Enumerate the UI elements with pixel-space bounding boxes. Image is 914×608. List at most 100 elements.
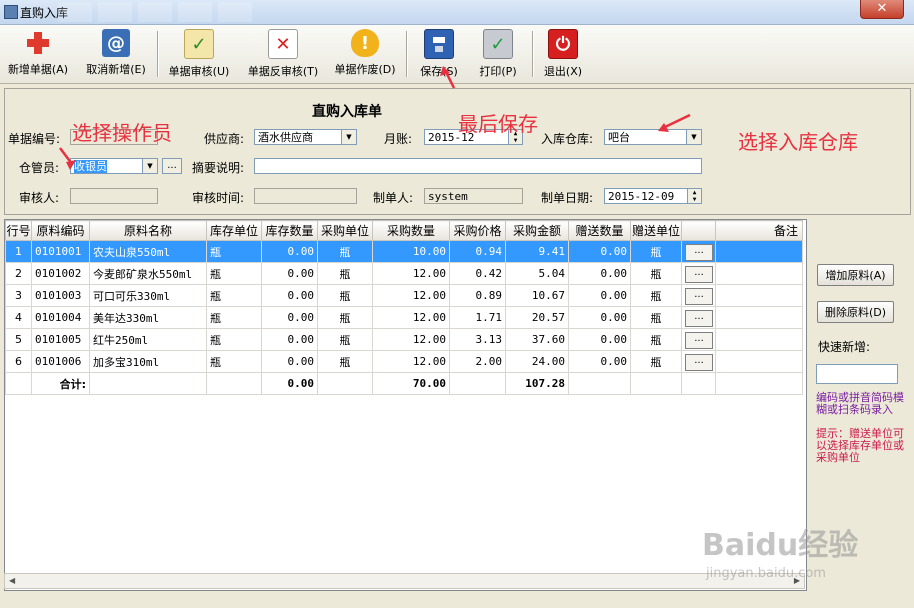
cell-name[interactable]: 今麦郎矿泉水550ml [89, 262, 207, 285]
table-row[interactable]: 2 0101002 今麦郎矿泉水550ml 瓶 0.00 瓶 12.00 0.42 5.04 0.… [5, 262, 803, 285]
column-header[interactable]: 赠送单位 [630, 220, 682, 241]
cell-gift-unit[interactable]: 瓶 [630, 350, 682, 373]
cell-note[interactable] [715, 262, 803, 285]
cell-gift-unit[interactable]: 瓶 [630, 240, 682, 263]
cell-code[interactable]: 0101004 [31, 306, 90, 329]
cell-stock-unit[interactable]: 瓶 [206, 306, 262, 329]
column-header[interactable]: 采购金额 [505, 220, 569, 241]
cell-note[interactable] [715, 284, 803, 307]
cell-buy-unit[interactable]: 瓶 [317, 284, 373, 307]
cell-name[interactable]: 可口可乐330ml [89, 284, 207, 307]
cell-stock-qty[interactable]: 0.00 [261, 306, 318, 329]
cell-gift-qty[interactable]: 0.00 [568, 306, 631, 329]
delete-material-button[interactable]: 删除原料(D) [817, 301, 894, 323]
cell-note[interactable] [715, 350, 803, 373]
cell-gift-unit[interactable]: 瓶 [630, 262, 682, 285]
cell-code[interactable]: 0101003 [31, 284, 90, 307]
cell-code[interactable]: 0101001 [31, 240, 90, 263]
cell-stock-qty[interactable]: 0.00 [261, 262, 318, 285]
cell-no[interactable]: 3 [5, 284, 32, 307]
table-row[interactable]: 6 0101006 加多宝310ml 瓶 0.00 瓶 12.00 2.00 24.00 0.00… [5, 350, 803, 373]
row-detail-button[interactable]: ... [685, 331, 713, 349]
cell-amount[interactable]: 9.41 [505, 240, 569, 263]
cell-note[interactable] [715, 328, 803, 351]
cell-note[interactable] [715, 306, 803, 329]
cell-code[interactable]: 0101005 [31, 328, 90, 351]
cell-price[interactable]: 1.71 [449, 306, 506, 329]
add-material-button[interactable]: 增加原料(A) [817, 264, 894, 286]
cell-code[interactable]: 0101002 [31, 262, 90, 285]
cell-amount[interactable]: 24.00 [505, 350, 569, 373]
cell-price[interactable]: 0.42 [449, 262, 506, 285]
scroll-left-icon[interactable]: ◀ [9, 576, 15, 585]
cell-name[interactable]: 红牛250ml [89, 328, 207, 351]
cell-no[interactable]: 4 [5, 306, 32, 329]
cell-stock-unit[interactable]: 瓶 [206, 240, 262, 263]
column-header[interactable]: 备注 [715, 220, 803, 241]
cell-gift-qty[interactable]: 0.00 [568, 262, 631, 285]
cell-buy-qty[interactable]: 12.00 [372, 262, 450, 285]
cell-btn[interactable]: ... [681, 328, 716, 351]
cell-amount[interactable]: 20.57 [505, 306, 569, 329]
column-header[interactable]: 采购单位 [317, 220, 373, 241]
cell-buy-unit[interactable]: 瓶 [317, 306, 373, 329]
cell-gift-unit[interactable]: 瓶 [630, 306, 682, 329]
table-row[interactable]: 4 0101004 美年达330ml 瓶 0.00 瓶 12.00 1.71 20.57 0.00… [5, 306, 803, 329]
column-header[interactable]: 赠送数量 [568, 220, 631, 241]
cell-gift-qty[interactable]: 0.00 [568, 328, 631, 351]
column-header[interactable]: 行号 [5, 220, 32, 241]
cell-stock-qty[interactable]: 0.00 [261, 328, 318, 351]
row-detail-button[interactable]: ... [685, 243, 713, 261]
cell-gift-qty[interactable]: 0.00 [568, 240, 631, 263]
cell-amount[interactable]: 37.60 [505, 328, 569, 351]
row-detail-button[interactable]: ... [685, 287, 713, 305]
cell-price[interactable]: 3.13 [449, 328, 506, 351]
column-header[interactable] [681, 220, 716, 241]
cell-stock-unit[interactable]: 瓶 [206, 284, 262, 307]
material-grid[interactable]: 行号 原料编码 原料名称 库存单位 库存数量 采购单位 采购数量 采购价格 采购… [4, 219, 807, 591]
cell-buy-unit[interactable]: 瓶 [317, 240, 373, 263]
table-row[interactable]: 3 0101003 可口可乐330ml 瓶 0.00 瓶 12.00 0.89 10.67 0.0… [5, 284, 803, 307]
cell-buy-qty[interactable]: 12.00 [372, 350, 450, 373]
horizontal-scrollbar[interactable]: ◀ ▶ [4, 573, 805, 589]
cell-buy-qty[interactable]: 12.00 [372, 306, 450, 329]
cell-btn[interactable]: ... [681, 306, 716, 329]
cell-name[interactable]: 美年达330ml [89, 306, 207, 329]
row-detail-button[interactable]: ... [685, 353, 713, 371]
table-row[interactable]: 5 0101005 红牛250ml 瓶 0.00 瓶 12.00 3.13 37.60 0.00 瓶… [5, 328, 803, 351]
cell-stock-unit[interactable]: 瓶 [206, 350, 262, 373]
cell-buy-qty[interactable]: 10.00 [372, 240, 450, 263]
cell-stock-qty[interactable]: 0.00 [261, 284, 318, 307]
row-detail-button[interactable]: ... [685, 265, 713, 283]
table-row[interactable]: 1 0101001 农夫山泉550ml 瓶 0.00 瓶 10.00 0.94 9.41 0.00… [5, 240, 803, 263]
cell-name[interactable]: 农夫山泉550ml [89, 240, 207, 263]
cell-amount[interactable]: 5.04 [505, 262, 569, 285]
column-header[interactable]: 采购价格 [449, 220, 506, 241]
cell-stock-unit[interactable]: 瓶 [206, 328, 262, 351]
column-header[interactable]: 原料编码 [31, 220, 90, 241]
row-detail-button[interactable]: ... [685, 309, 713, 327]
column-header[interactable]: 原料名称 [89, 220, 207, 241]
cell-buy-qty[interactable]: 12.00 [372, 284, 450, 307]
cell-price[interactable]: 0.89 [449, 284, 506, 307]
cell-btn[interactable]: ... [681, 240, 716, 263]
cell-btn[interactable]: ... [681, 284, 716, 307]
cell-no[interactable]: 6 [5, 350, 32, 373]
cell-stock-unit[interactable]: 瓶 [206, 262, 262, 285]
cell-price[interactable]: 2.00 [449, 350, 506, 373]
column-header[interactable]: 采购数量 [372, 220, 450, 241]
cell-gift-qty[interactable]: 0.00 [568, 284, 631, 307]
cell-stock-qty[interactable]: 0.00 [261, 350, 318, 373]
cell-code[interactable]: 0101006 [31, 350, 90, 373]
cell-note[interactable] [715, 240, 803, 263]
cell-no[interactable]: 1 [5, 240, 32, 263]
cell-no[interactable]: 2 [5, 262, 32, 285]
cell-gift-unit[interactable]: 瓶 [630, 328, 682, 351]
cell-name[interactable]: 加多宝310ml [89, 350, 207, 373]
cell-buy-unit[interactable]: 瓶 [317, 328, 373, 351]
cell-no[interactable]: 5 [5, 328, 32, 351]
cell-buy-unit[interactable]: 瓶 [317, 262, 373, 285]
cell-gift-qty[interactable]: 0.00 [568, 350, 631, 373]
cell-stock-qty[interactable]: 0.00 [261, 240, 318, 263]
cell-amount[interactable]: 10.67 [505, 284, 569, 307]
